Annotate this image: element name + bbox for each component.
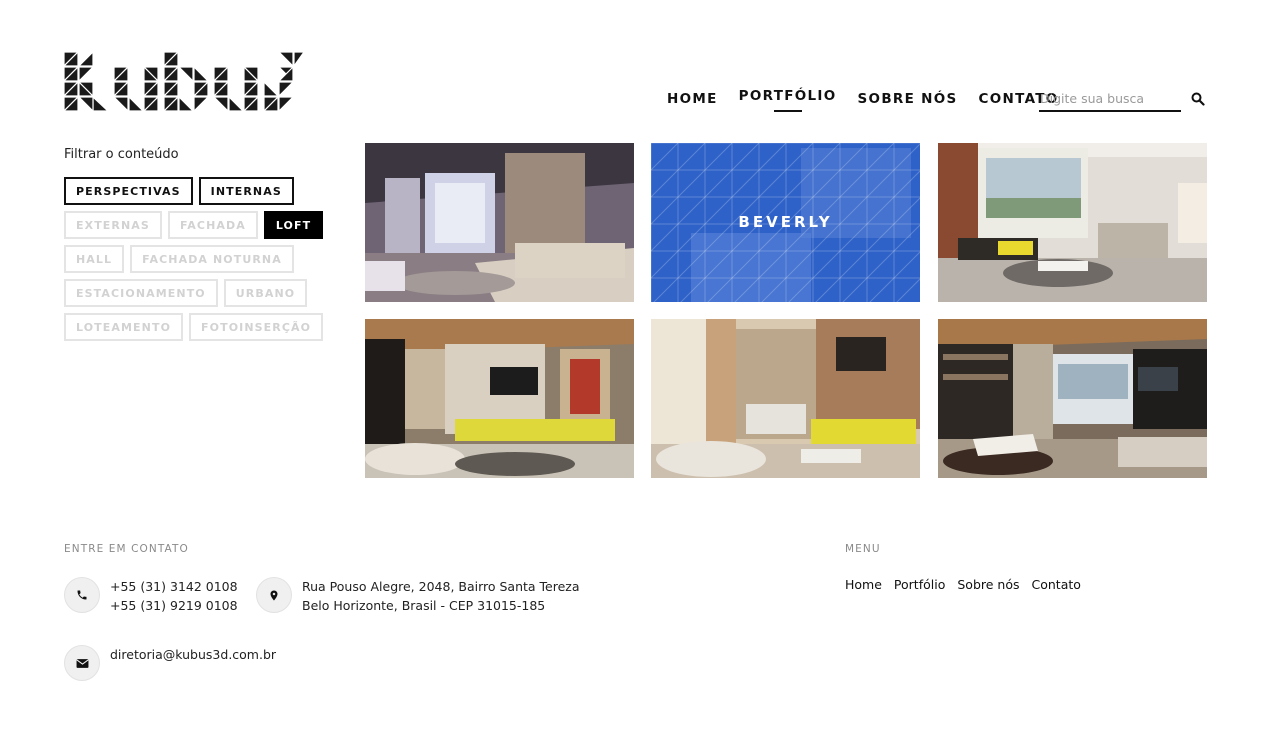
- footer-menu-home[interactable]: Home: [845, 577, 882, 592]
- filter-tag-hall[interactable]: HALL: [64, 245, 125, 273]
- phone-icon-wrap: [64, 577, 100, 613]
- footer-email[interactable]: diretoria@kubus3d.com.br: [110, 645, 276, 664]
- gallery-image: [365, 143, 634, 302]
- filter-tag-loft[interactable]: LOFT: [263, 211, 324, 239]
- gallery-item[interactable]: [938, 143, 1207, 302]
- filter-title: Filtrar o conteúdo: [64, 147, 179, 162]
- map-pin-icon-wrap: [256, 577, 292, 613]
- filter-tag-fotoinsercao[interactable]: FOTOINSERÇÃO: [189, 313, 324, 341]
- phone-icon: [77, 590, 87, 600]
- gallery-image: [365, 319, 634, 478]
- filter-tag-externas[interactable]: EXTERNAS: [64, 211, 162, 239]
- gallery-image: [938, 319, 1207, 478]
- nav-home[interactable]: HOME: [667, 90, 718, 108]
- footer-menu-label: MENU: [845, 543, 881, 555]
- footer-menu-sobre-nos[interactable]: Sobre nós: [957, 577, 1019, 592]
- kubus-logo[interactable]: [64, 52, 304, 112]
- gallery-image: [938, 143, 1207, 302]
- main-nav: HOME PORTFÓLIO SOBRE NÓS CONTATO: [667, 87, 1080, 115]
- filter-tag-loteamento[interactable]: LOTEAMENTO: [64, 313, 184, 341]
- filter-tag-perspectivas[interactable]: PERSPECTIVAS: [64, 177, 193, 205]
- search-icon[interactable]: [1191, 92, 1205, 106]
- gallery-item-title: BEVERLY: [738, 213, 833, 231]
- envelope-icon-wrap: [64, 645, 100, 681]
- map-pin-icon: [270, 590, 278, 600]
- footer-menu-contato[interactable]: Contato: [1032, 577, 1081, 592]
- gallery-item[interactable]: [365, 143, 634, 302]
- footer-contact-label: ENTRE EM CONTATO: [64, 543, 189, 555]
- search-input[interactable]: [1039, 89, 1179, 108]
- filter-tags: PERSPECTIVAS INTERNAS EXTERNAS FACHADA L…: [64, 177, 324, 347]
- filter-tag-fachada-noturna[interactable]: FACHADA NOTURNA: [130, 245, 294, 273]
- address-line-1: Rua Pouso Alegre, 2048, Bairro Santa Ter…: [302, 579, 580, 594]
- address-line-2: Belo Horizonte, Brasil - CEP 31015-185: [302, 598, 546, 613]
- footer-address: Rua Pouso Alegre, 2048, Bairro Santa Ter…: [302, 577, 580, 615]
- gallery-item[interactable]: [651, 319, 920, 478]
- footer-phones: +55 (31) 3142 0108 +55 (31) 9219 0108: [110, 577, 238, 615]
- nav-sobre-nos[interactable]: SOBRE NÓS: [858, 90, 958, 108]
- search-box: [1039, 88, 1181, 112]
- filter-tag-internas[interactable]: INTERNAS: [198, 177, 294, 205]
- filter-tag-fachada[interactable]: FACHADA: [167, 211, 258, 239]
- gallery-item-beverly[interactable]: BEVERLY: [651, 143, 920, 302]
- nav-portfolio[interactable]: PORTFÓLIO: [739, 87, 837, 112]
- filter-tag-estacionamento[interactable]: ESTACIONAMENTO: [64, 279, 218, 307]
- filter-tag-urbano[interactable]: URBANO: [223, 279, 308, 307]
- gallery-image: [651, 319, 920, 478]
- footer-menu: Home Portfólio Sobre nós Contato: [845, 577, 1093, 592]
- footer-menu-portfolio[interactable]: Portfólio: [894, 577, 945, 592]
- gallery-item[interactable]: [365, 319, 634, 478]
- gallery-item[interactable]: [938, 319, 1207, 478]
- phone-2[interactable]: +55 (31) 9219 0108: [110, 596, 238, 615]
- phone-1[interactable]: +55 (31) 3142 0108: [110, 577, 238, 596]
- envelope-icon: [75, 658, 89, 668]
